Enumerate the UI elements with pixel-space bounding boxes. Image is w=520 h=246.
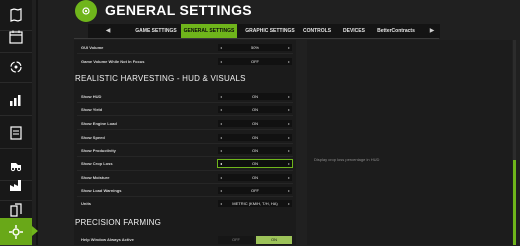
units-selector[interactable]: ◂ METRIC (KM/H, T/H, HA) ▸ bbox=[218, 200, 292, 207]
arrow-right-icon[interactable]: ▸ bbox=[288, 200, 290, 207]
setting-label-show-crop-loss: Show Crop Loss bbox=[81, 161, 113, 166]
show-crop-loss-value: ON bbox=[252, 161, 258, 166]
row-divider bbox=[77, 183, 293, 184]
chevron-left-icon: ◀ bbox=[105, 28, 111, 34]
arrow-right-icon[interactable]: ▸ bbox=[288, 120, 290, 127]
sidebar-item-stats[interactable] bbox=[0, 85, 32, 116]
settings-icon bbox=[9, 224, 23, 239]
show-engine-load-selector[interactable]: ◂ ON ▸ bbox=[218, 120, 292, 127]
row-divider bbox=[77, 53, 293, 54]
tab-bettercontracts[interactable]: BetterContracts bbox=[374, 24, 418, 38]
chevron-right-icon: ▶ bbox=[429, 28, 435, 34]
section-header-realistic-harvesting: REALISTIC HARVESTING - HUD & VISUALS bbox=[75, 74, 246, 83]
setting-label-units: Units bbox=[81, 201, 91, 206]
setting-label-show-engine-load: Show Engine Load bbox=[81, 121, 117, 126]
row-divider bbox=[77, 170, 293, 171]
tab-devices[interactable]: DEVICES bbox=[338, 24, 370, 38]
show-yield-selector[interactable]: ◂ ON ▸ bbox=[218, 106, 292, 113]
show-hud-value: ON bbox=[252, 94, 258, 99]
help-window-off-option[interactable]: OFF bbox=[218, 236, 254, 244]
show-yield-value: ON bbox=[252, 107, 258, 112]
finance-icon bbox=[10, 126, 22, 140]
tab-underline bbox=[74, 38, 439, 39]
arrow-right-icon[interactable]: ▸ bbox=[288, 187, 290, 194]
row-divider bbox=[77, 102, 293, 103]
show-hud-selector[interactable]: ◂ ON ▸ bbox=[218, 93, 292, 100]
scrollbar-thumb[interactable] bbox=[513, 160, 516, 245]
arrow-right-icon[interactable]: ▸ bbox=[288, 174, 290, 181]
arrow-right-icon[interactable]: ▸ bbox=[288, 160, 290, 167]
help-window-on-option[interactable]: ON bbox=[256, 236, 292, 244]
sidebar-item-calendar[interactable] bbox=[0, 22, 32, 53]
game-volume-unfocused-selector[interactable]: ◂ OFF ▸ bbox=[218, 58, 292, 65]
show-moisture-selector[interactable]: ◂ ON ▸ bbox=[218, 174, 292, 181]
sidebar bbox=[0, 0, 32, 246]
setting-label-show-moisture: Show Moisture bbox=[81, 175, 110, 180]
tab-prev-button[interactable]: ◀ bbox=[102, 24, 114, 38]
show-productivity-value: ON bbox=[252, 148, 258, 153]
tab-next-button[interactable]: ▶ bbox=[426, 24, 438, 38]
tab-game-settings[interactable]: GAME SETTINGS bbox=[130, 24, 182, 38]
show-productivity-selector[interactable]: ◂ ON ▸ bbox=[218, 147, 292, 154]
cycle-icon bbox=[10, 61, 22, 73]
units-value: METRIC (KM/H, T/H, HA) bbox=[232, 201, 278, 206]
setting-label-show-productivity: Show Productivity bbox=[81, 148, 116, 153]
row-divider bbox=[77, 196, 293, 197]
setting-label-gui-volume: GUI Volume bbox=[81, 45, 104, 50]
arrow-right-icon[interactable]: ▸ bbox=[288, 44, 290, 51]
tab-graphic-settings[interactable]: GRAPHIC SETTINGS bbox=[241, 24, 299, 38]
section-header-precision-farming: PRECISION FARMING bbox=[75, 218, 162, 227]
sidebar-item-finance[interactable] bbox=[0, 118, 32, 149]
game-volume-unfocused-value: OFF bbox=[251, 59, 259, 64]
setting-label-show-yield: Show Yield bbox=[81, 107, 103, 112]
gui-volume-selector[interactable]: ◂ 50% ▸ bbox=[218, 44, 292, 51]
gui-volume-value: 50% bbox=[250, 45, 259, 50]
arrow-right-icon[interactable]: ▸ bbox=[288, 58, 290, 65]
setting-label-show-load-warnings: Show Load Warnings bbox=[81, 188, 122, 193]
page-title: GENERAL SETTINGS bbox=[105, 2, 252, 18]
row-divider bbox=[77, 156, 293, 157]
production-icon bbox=[10, 180, 21, 191]
show-speed-value: ON bbox=[252, 135, 258, 140]
contracts-icon bbox=[10, 203, 22, 217]
setting-label-show-hud: Show HUD bbox=[81, 94, 102, 99]
arrow-right-icon[interactable]: ▸ bbox=[288, 134, 290, 141]
setting-label-game-volume-unfocused: Game Volume While Not In Focus bbox=[81, 59, 145, 64]
arrow-right-icon[interactable]: ▸ bbox=[288, 93, 290, 100]
map-icon bbox=[10, 8, 22, 22]
show-load-warnings-value: OFF bbox=[251, 188, 259, 193]
stats-icon bbox=[10, 95, 21, 106]
sidebar-item-cycle[interactable] bbox=[0, 52, 32, 83]
setting-label-help-window: Help Window Always Active bbox=[81, 237, 134, 242]
show-engine-load-value: ON bbox=[252, 121, 258, 126]
settings-header-icon bbox=[75, 0, 97, 22]
tab-general-settings[interactable]: GENERAL SETTINGS bbox=[181, 24, 237, 38]
sidebar-item-settings[interactable] bbox=[0, 218, 32, 246]
calendar-icon bbox=[9, 30, 23, 44]
tab-controls[interactable]: CONTROLS bbox=[300, 24, 334, 38]
row-divider bbox=[77, 143, 293, 144]
row-divider bbox=[77, 115, 293, 116]
show-crop-loss-selector[interactable]: ◂ ON ▸ bbox=[217, 159, 293, 168]
show-speed-selector[interactable]: ◂ ON ▸ bbox=[218, 134, 292, 141]
active-indicator-icon bbox=[32, 226, 38, 236]
arrow-right-icon[interactable]: ▸ bbox=[288, 106, 290, 113]
arrow-right-icon[interactable]: ▸ bbox=[288, 147, 290, 154]
show-moisture-value: ON bbox=[252, 175, 258, 180]
setting-label-show-speed: Show Speed bbox=[81, 135, 105, 140]
row-divider bbox=[77, 129, 293, 130]
sidebar-divider bbox=[36, 0, 38, 245]
setting-description: Display crop loss percentage in HUD bbox=[314, 157, 380, 162]
description-panel bbox=[307, 40, 512, 245]
show-load-warnings-selector[interactable]: ◂ OFF ▸ bbox=[218, 187, 292, 194]
